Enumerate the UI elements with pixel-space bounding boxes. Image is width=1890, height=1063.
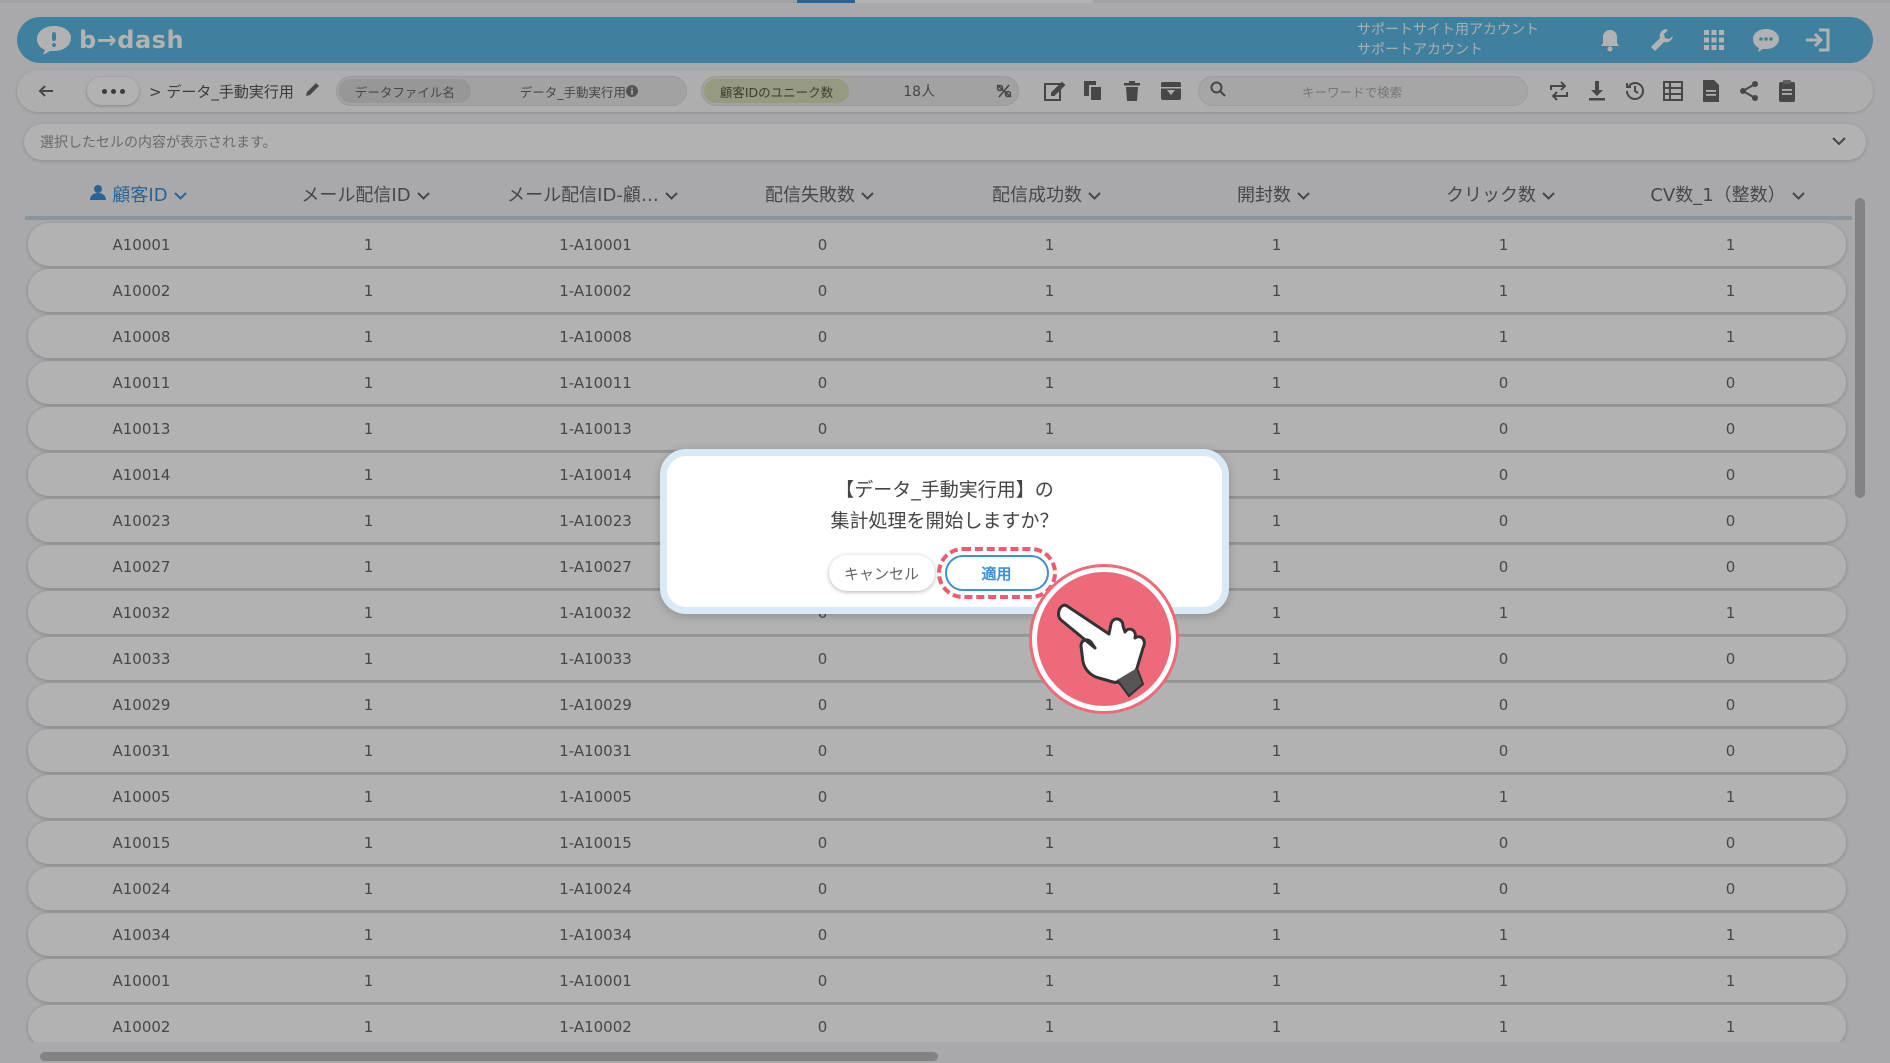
cancel-button[interactable]: キャンセル [828,555,935,591]
pointing-hand-icon [1032,567,1176,711]
dialog-title: 【データ_手動実行用】の [835,479,1054,501]
dialog-message: 集計処理を開始しますか？ [830,510,1059,532]
apply-button[interactable]: 適用 [936,547,1057,599]
